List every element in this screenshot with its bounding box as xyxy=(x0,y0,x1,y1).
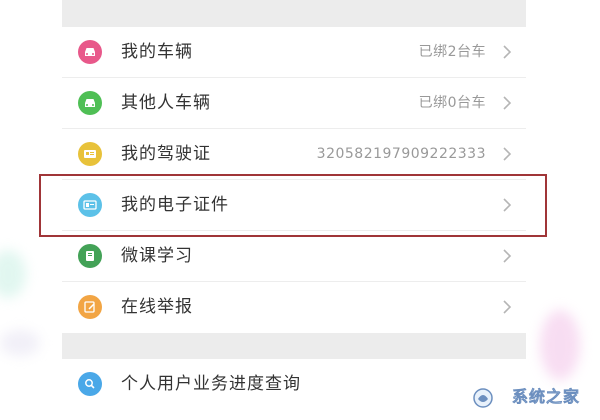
chevron-right-icon xyxy=(503,96,512,110)
chevron-right-icon xyxy=(503,147,512,161)
license-number-value: 320582197909222333 xyxy=(316,146,486,162)
license-card-icon xyxy=(78,142,102,166)
menu-item-micro-course[interactable]: 微课学习 xyxy=(62,231,526,282)
decor-blob-left xyxy=(0,250,26,298)
menu-item-label: 微课学习 xyxy=(121,246,193,266)
chevron-right-icon xyxy=(503,300,512,314)
menu-item-drivers-license[interactable]: 我的驾驶证 320582197909222333 xyxy=(62,129,526,180)
vehicle-count-value: 已绑2台车 xyxy=(418,44,486,60)
menu-item-online-report[interactable]: 在线举报 xyxy=(62,282,526,333)
decor-blob-left-low xyxy=(0,330,40,356)
section-divider-middle xyxy=(62,333,526,359)
menu-item-label: 在线举报 xyxy=(121,297,193,317)
menu-item-label: 我的车辆 xyxy=(121,42,193,62)
section-divider-top xyxy=(62,0,526,27)
menu-item-my-vehicles[interactable]: 我的车辆 已绑2台车 xyxy=(62,27,526,78)
watermark-logo-icon xyxy=(473,388,493,408)
search-icon xyxy=(78,372,102,396)
menu-item-label: 我的驾驶证 xyxy=(121,144,211,164)
screenshot-stage: 我的车辆 已绑2台车 其他人车辆 已绑0台车 我的驾驶证 32058219790… xyxy=(0,0,600,420)
edit-icon xyxy=(78,295,102,319)
decor-blob-right xyxy=(540,310,580,380)
menu-item-others-vehicles[interactable]: 其他人车辆 已绑0台车 xyxy=(62,78,526,129)
book-icon xyxy=(78,244,102,268)
chevron-right-icon xyxy=(503,249,512,263)
highlight-frame xyxy=(39,174,547,237)
car-icon xyxy=(78,91,102,115)
watermark-text: 系统之家 xyxy=(511,387,580,407)
menu-item-label: 其他人车辆 xyxy=(121,93,211,113)
watermark: 系统之家 xyxy=(444,380,594,414)
vehicle-count-value: 已绑0台车 xyxy=(418,95,486,111)
chevron-right-icon xyxy=(503,45,512,59)
car-icon xyxy=(78,40,102,64)
menu-item-label: 个人用户业务进度查询 xyxy=(121,374,301,394)
